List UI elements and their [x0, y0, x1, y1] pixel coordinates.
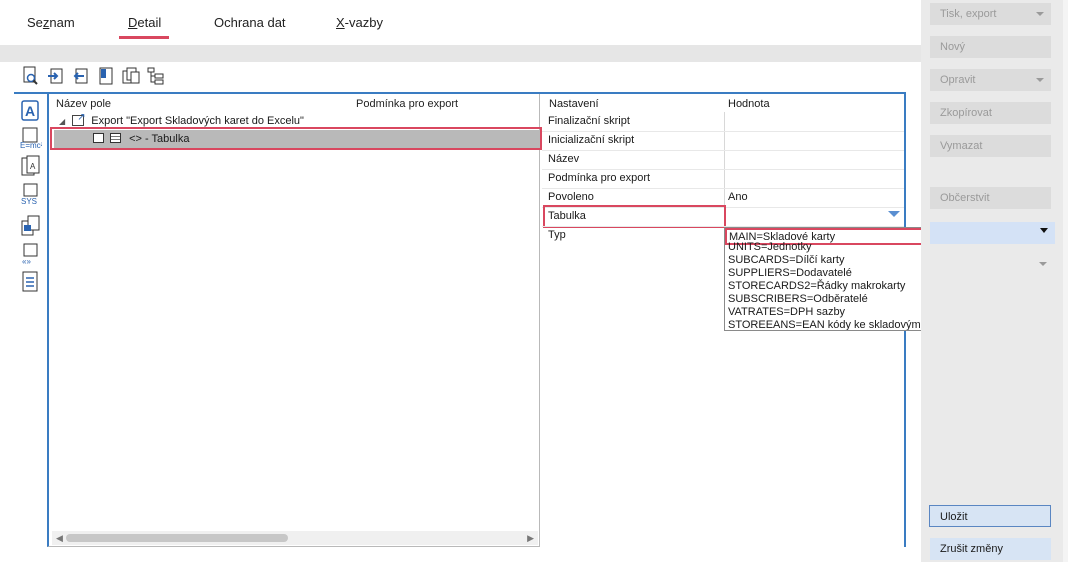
grid-col-setting-header: Nastavení [549, 98, 599, 110]
print-export-label: Tisk, export [940, 8, 997, 20]
toolbar [22, 66, 165, 88]
delete-label: Vymazat [940, 140, 983, 152]
field-list-icon[interactable] [20, 271, 42, 293]
field-tree-panel: Název pole Podmínka pro export ◢ ↗ Expor… [47, 94, 542, 547]
svg-text:SYS: SYS [21, 197, 37, 205]
grid-row-value[interactable]: Ano [728, 188, 748, 207]
dropdown-item[interactable]: STORECARDS2=Řádky makrokarty [728, 280, 905, 293]
scroll-left-icon[interactable]: ◀ [56, 533, 63, 544]
export-node-icon: ↗ [72, 113, 86, 126]
import-icon[interactable] [47, 66, 65, 86]
scroll-right-icon[interactable]: ▶ [527, 533, 534, 544]
new-button[interactable]: Nový [930, 36, 1051, 58]
edit-button[interactable]: Opravit [930, 69, 1051, 91]
grid-row[interactable]: Podmínka pro export [542, 169, 904, 188]
dropdown-item[interactable]: SUPPLIERS=Dodavatelé [728, 267, 852, 280]
scroll-thumb[interactable] [66, 534, 288, 542]
chevron-down-icon[interactable] [1040, 228, 1048, 233]
tree-root-label: Export "Export Skladových karet do Excel… [91, 115, 304, 127]
preview-icon[interactable] [22, 66, 40, 86]
tab-detail[interactable]: Detail [128, 15, 161, 30]
tree-col-condition-header: Podmínka pro export [356, 98, 459, 110]
field-formula-icon[interactable]: E=mc² [20, 127, 44, 150]
tab-seznam[interactable]: Seznam [27, 15, 75, 30]
new-field-icon[interactable] [97, 66, 115, 86]
new-label: Nový [940, 41, 966, 53]
tab-ochrana-dat[interactable]: Ochrana dat [214, 15, 286, 30]
grid-row-name: Podmínka pro export [548, 172, 651, 184]
combo-dropdown-icon[interactable] [888, 211, 900, 217]
chevron-down-icon [1036, 78, 1044, 82]
grid-col-value-header: Hodnota [728, 98, 770, 110]
tabulka-highlight [543, 205, 726, 228]
dropdown-item[interactable]: SUBSCRIBERS=Odběratelé [728, 293, 868, 306]
field-system-icon[interactable]: SYS [20, 183, 42, 206]
grid-row-name: Název [548, 153, 580, 165]
horizontal-scrollbar[interactable]: ◀ ▶ [52, 531, 538, 545]
grid-row-name: Finalizační skript [548, 115, 630, 127]
svg-text:A: A [25, 103, 35, 119]
tab-band [0, 45, 921, 62]
field-link-icon[interactable]: «» [20, 243, 42, 266]
field-copy-icon[interactable] [20, 215, 42, 237]
svg-text:«»: «» [22, 257, 31, 265]
tab-x-vazby[interactable]: X-vazby [336, 15, 383, 30]
dropdown-item[interactable]: VATRATES=DPH sazby [728, 306, 845, 319]
chevron-down-icon[interactable] [1039, 262, 1047, 266]
tree-col-name-header: Název pole [56, 98, 112, 110]
dropdown-item[interactable]: SUBCARDS=Dílčí karty [728, 254, 844, 267]
grid-row[interactable]: Finalizační skript [542, 112, 904, 131]
copy-label: Zkopírovat [940, 107, 992, 119]
field-file-icon[interactable]: A [20, 155, 42, 177]
tab-bar: Seznam Detail Ochrana dat X-vazby [0, 0, 921, 45]
save-button[interactable]: Uložit [929, 505, 1051, 527]
grid-row-name: Typ [548, 229, 566, 241]
hidden-dropdown-button[interactable] [930, 222, 1055, 244]
grid-row-name: Inicializační skript [548, 134, 635, 146]
field-text-icon[interactable]: A [20, 99, 42, 121]
cancel-label: Zrušit změny [940, 543, 1003, 555]
print-export-button[interactable]: Tisk, export [930, 3, 1051, 25]
tree-structure-icon[interactable] [147, 66, 165, 86]
cancel-changes-button[interactable]: Zrušit změny [930, 538, 1051, 560]
grid-row[interactable]: Název [542, 150, 904, 169]
export-icon[interactable] [72, 66, 90, 86]
svg-text:A: A [30, 162, 36, 171]
action-sidebar: Tisk, export Nový Opravit Zkopírovat Vym… [921, 0, 1068, 562]
chevron-down-icon [1036, 12, 1044, 16]
window-edge [1063, 0, 1068, 562]
active-tab-indicator [119, 36, 169, 39]
delete-button[interactable]: Vymazat [930, 135, 1051, 157]
svg-text:E=mc²: E=mc² [20, 141, 42, 149]
selected-row-highlight [50, 127, 542, 150]
copy-button[interactable]: Zkopírovat [930, 102, 1051, 124]
save-label: Uložit [940, 511, 968, 523]
grid-row[interactable]: Inicializační skript [542, 131, 904, 150]
edit-label: Opravit [940, 74, 976, 86]
dropdown-item[interactable]: UNITS=Jednotky [728, 241, 811, 254]
refresh-label: Občerstvit [940, 192, 990, 204]
refresh-button[interactable]: Občerstvit [930, 187, 1051, 209]
copy-icon[interactable] [122, 66, 140, 86]
